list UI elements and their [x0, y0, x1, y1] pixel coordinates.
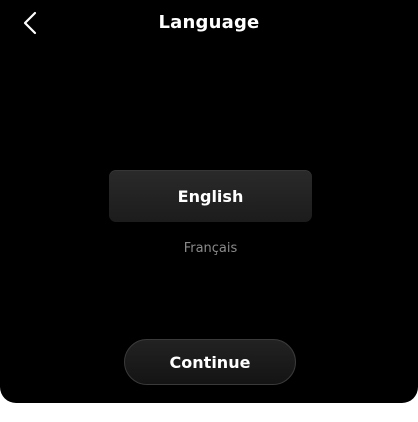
page-title: Language: [158, 12, 260, 33]
language-option-francais[interactable]: Français: [109, 236, 312, 260]
language-option-english[interactable]: English: [109, 170, 312, 222]
language-screen: Language English Français Continue: [0, 0, 418, 403]
continue-button[interactable]: Continue: [124, 339, 296, 385]
